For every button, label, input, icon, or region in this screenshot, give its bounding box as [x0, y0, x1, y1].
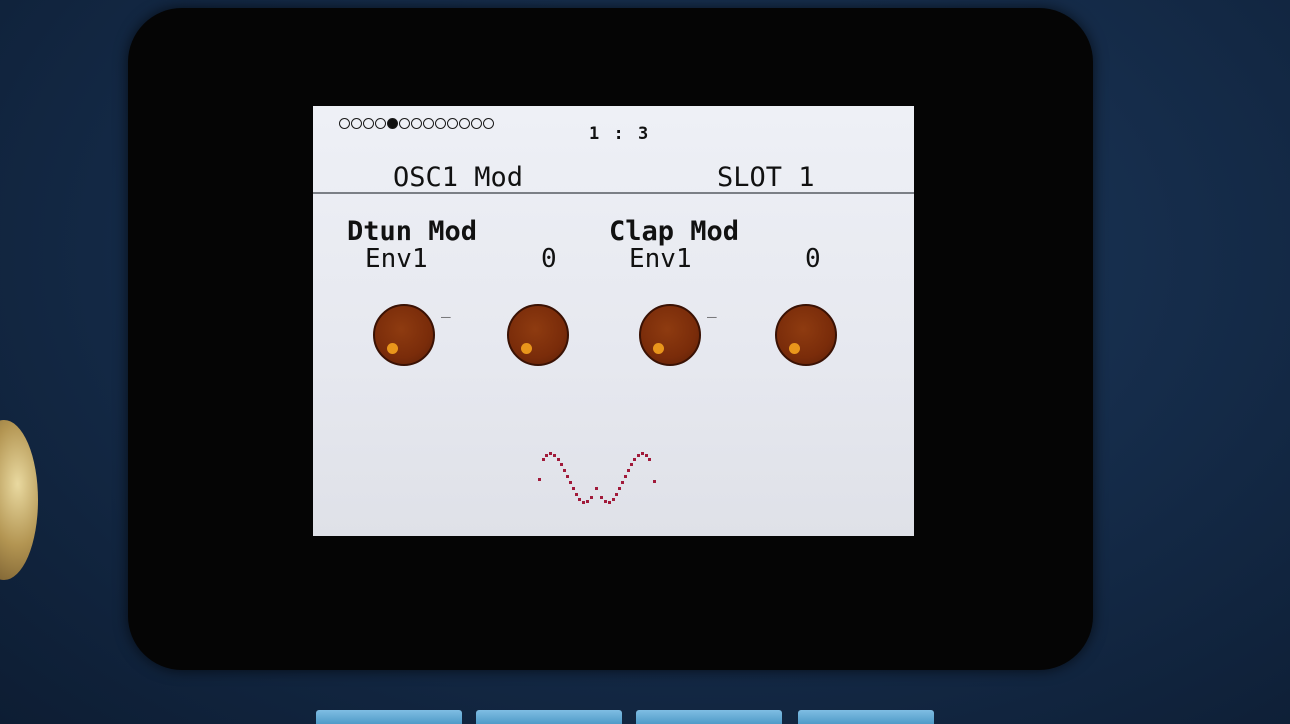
lcd-screen: 1 : 3 OSC1 Mod SLOT 1 Dtun Mod Env1 0 Cl…	[313, 106, 914, 536]
page-dot	[471, 118, 482, 129]
page-dot	[423, 118, 434, 129]
hardware-button-2[interactable]	[476, 710, 622, 724]
lfo-waveform	[538, 452, 656, 504]
page-dot	[351, 118, 362, 129]
page-dot	[375, 118, 386, 129]
page-dot	[435, 118, 446, 129]
param-name-dtun-mod: Dtun Mod	[347, 216, 478, 247]
hardware-button-3[interactable]	[636, 710, 782, 724]
page-dot-active	[387, 118, 398, 129]
knob-clap-source[interactable]	[639, 304, 701, 366]
encoder-knob[interactable]	[0, 420, 38, 580]
knob-indicator	[653, 343, 664, 354]
hardware-button-1[interactable]	[316, 710, 462, 724]
knob-indicator	[521, 343, 532, 354]
param-name-clap-mod: Clap Mod	[609, 216, 740, 247]
page-dot	[483, 118, 494, 129]
page-position: 1 : 3	[589, 124, 651, 144]
page-dot	[339, 118, 350, 129]
page-indicator	[339, 118, 494, 129]
param-source-dtun-mod: Env1	[365, 244, 428, 274]
page-dot	[411, 118, 422, 129]
param-source-clap-mod: Env1	[629, 244, 692, 274]
page-dot	[459, 118, 470, 129]
page-dot	[447, 118, 458, 129]
slot-label: SLOT 1	[717, 162, 815, 193]
minus-mark: ‾	[707, 314, 717, 333]
param-value-clap-mod: 0	[805, 244, 821, 274]
knob-indicator	[789, 343, 800, 354]
knob-dtun-amount[interactable]	[507, 304, 569, 366]
page-dot	[363, 118, 374, 129]
param-value-dtun-mod: 0	[541, 244, 557, 274]
knob-clap-amount[interactable]	[775, 304, 837, 366]
hardware-button-4[interactable]	[798, 710, 934, 724]
minus-mark: ‾	[441, 314, 451, 333]
page-dot	[399, 118, 410, 129]
knob-dtun-source[interactable]	[373, 304, 435, 366]
page-title: OSC1 Mod	[393, 162, 524, 193]
knob-indicator	[387, 343, 398, 354]
header-divider	[313, 192, 914, 194]
